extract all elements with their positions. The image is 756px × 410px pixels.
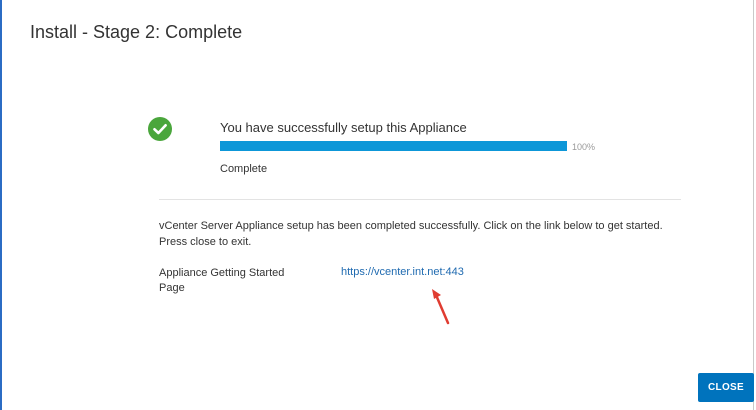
getting-started-link[interactable]: https://vcenter.int.net:443 [341,266,464,278]
progress-bar-fill [220,141,567,151]
install-dialog: Install - Stage 2: Complete You have suc… [0,0,754,410]
close-button[interactable]: CLOSE [698,373,754,402]
dialog-title: Install - Stage 2: Complete [30,22,243,42]
progress-bar [220,141,567,151]
check-circle-icon [148,117,172,141]
getting-started-label: Appliance Getting Started Page [159,267,285,294]
status-text: Complete [220,163,268,175]
completion-description: vCenter Server Appliance setup has been … [159,220,663,248]
success-message: You have successfully setup this Applian… [220,120,467,135]
progress-percent: 100% [572,142,596,152]
divider [159,199,681,200]
red-arrow-icon [432,289,450,325]
